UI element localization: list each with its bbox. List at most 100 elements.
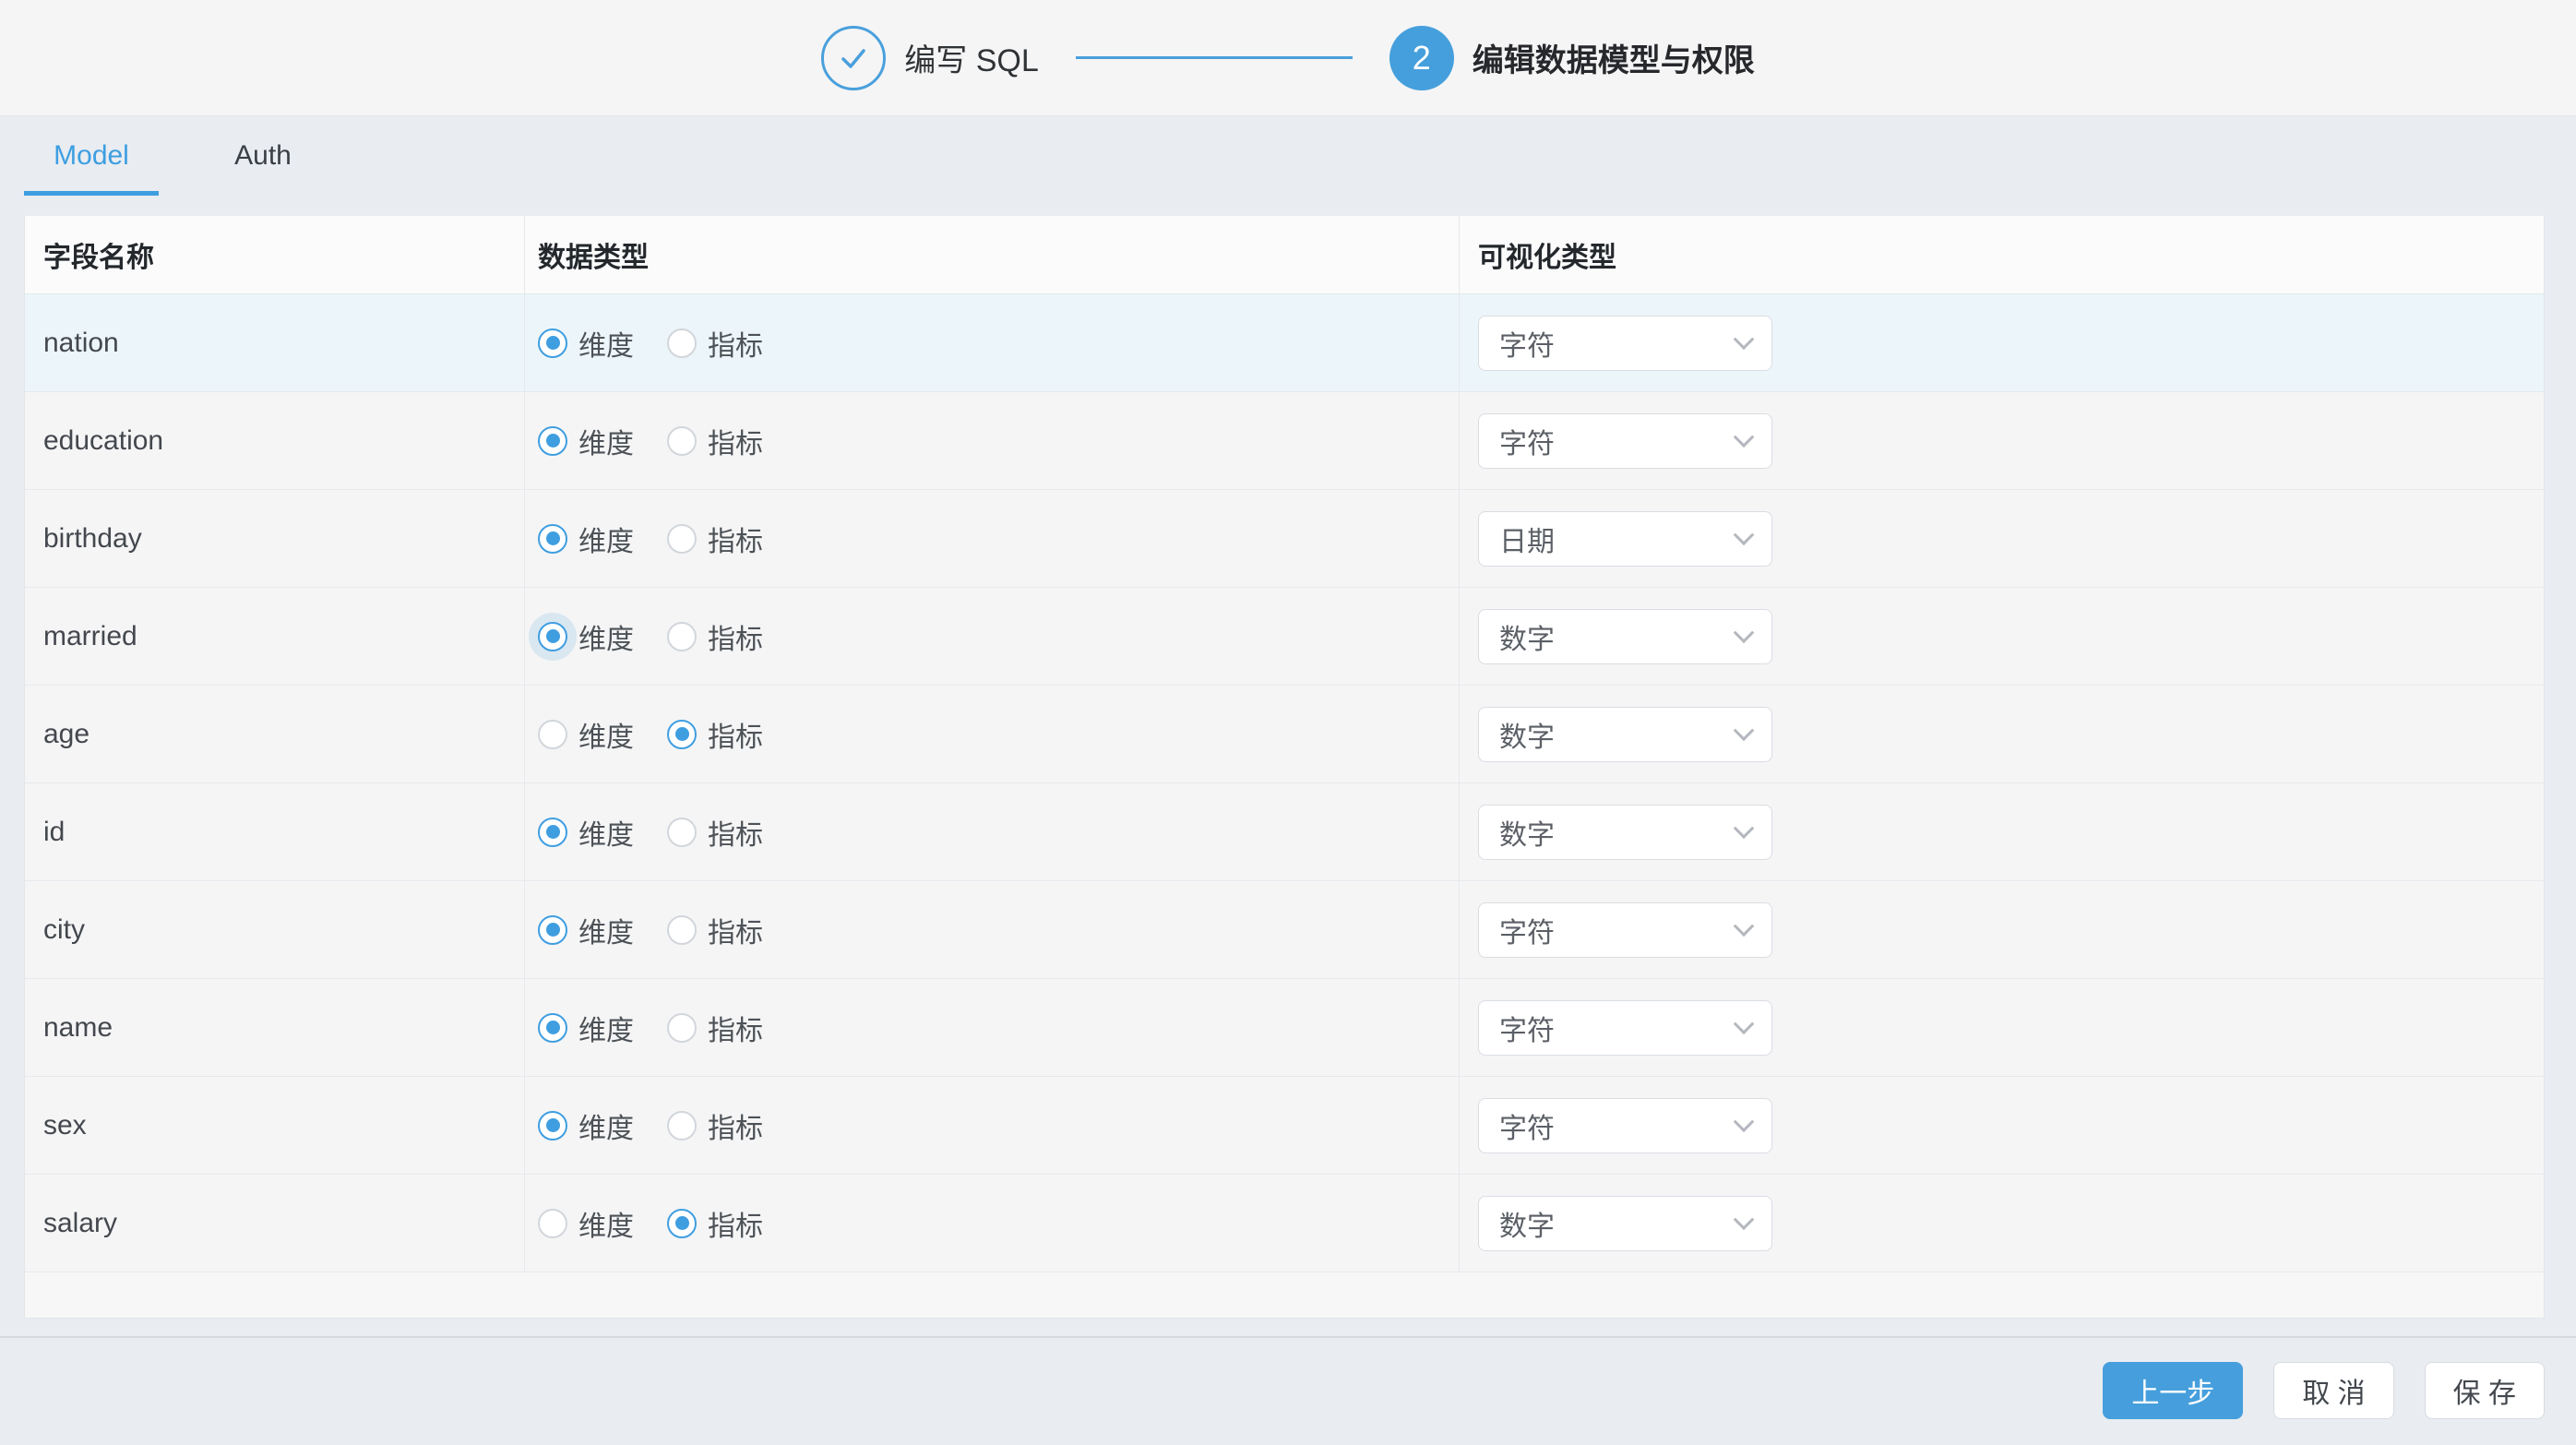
metric-radio-label[interactable]: 指标 bbox=[708, 519, 763, 559]
previous-step-button[interactable]: 上一步 bbox=[2103, 1362, 2243, 1419]
dimension-radio[interactable] bbox=[538, 1111, 567, 1140]
header-field-name: 字段名称 bbox=[25, 216, 525, 293]
dimension-radio-label[interactable]: 维度 bbox=[578, 714, 634, 755]
dimension-radio-label[interactable]: 维度 bbox=[578, 1203, 634, 1244]
step-2-number: 2 bbox=[1413, 39, 1431, 78]
chevron-down-icon bbox=[1734, 720, 1755, 741]
metric-radio-label[interactable]: 指标 bbox=[708, 812, 763, 853]
viz-type-select[interactable]: 字符 bbox=[1478, 1098, 1772, 1153]
chevron-down-icon bbox=[1734, 818, 1755, 839]
viz-type-value: 数字 bbox=[1499, 714, 1555, 755]
viz-type-select[interactable]: 数字 bbox=[1478, 805, 1772, 860]
chevron-down-icon bbox=[1734, 426, 1755, 448]
chevron-down-icon bbox=[1734, 1209, 1755, 1230]
metric-radio-label[interactable]: 指标 bbox=[708, 714, 763, 755]
table-row: married 维度 指标 数字 bbox=[25, 588, 2544, 686]
viz-type-select[interactable]: 日期 bbox=[1478, 511, 1772, 567]
field-name: married bbox=[43, 621, 137, 652]
tab-model[interactable]: Model bbox=[24, 116, 159, 196]
field-name: name bbox=[43, 1012, 113, 1044]
field-name: nation bbox=[43, 328, 119, 359]
metric-radio-label[interactable]: 指标 bbox=[708, 421, 763, 461]
dimension-radio[interactable] bbox=[538, 1209, 567, 1238]
dimension-radio-label[interactable]: 维度 bbox=[578, 1105, 634, 1146]
viz-type-value: 字符 bbox=[1499, 910, 1555, 950]
viz-type-value: 字符 bbox=[1499, 1008, 1555, 1048]
tab-auth[interactable]: Auth bbox=[196, 116, 330, 196]
step-2: 2 编辑数据模型与权限 bbox=[1389, 26, 1755, 90]
dimension-radio-label[interactable]: 维度 bbox=[578, 812, 634, 853]
metric-radio-label[interactable]: 指标 bbox=[708, 910, 763, 950]
dimension-radio[interactable] bbox=[538, 915, 567, 945]
dimension-radio-label[interactable]: 维度 bbox=[578, 910, 634, 950]
metric-radio[interactable] bbox=[667, 1209, 697, 1238]
table-row: name 维度 指标 字符 bbox=[25, 979, 2544, 1077]
dimension-radio[interactable] bbox=[538, 524, 567, 554]
dimension-radio-label[interactable]: 维度 bbox=[578, 1008, 634, 1048]
metric-radio-label[interactable]: 指标 bbox=[708, 1105, 763, 1146]
metric-radio[interactable] bbox=[667, 1111, 697, 1140]
data-type-radio-group: 维度 指标 bbox=[538, 714, 796, 755]
viz-type-select[interactable]: 数字 bbox=[1478, 609, 1772, 664]
dimension-radio[interactable] bbox=[538, 426, 567, 456]
dimension-radio-label[interactable]: 维度 bbox=[578, 421, 634, 461]
dimension-radio[interactable] bbox=[538, 720, 567, 749]
dimension-radio[interactable] bbox=[538, 818, 567, 847]
field-model-table: 字段名称 数据类型 可视化类型 nation维度指标字符education维度指… bbox=[24, 216, 2545, 1319]
viz-type-select[interactable]: 字符 bbox=[1478, 902, 1772, 958]
data-type-radio-group: 维度 指标 bbox=[538, 1105, 796, 1146]
chevron-down-icon bbox=[1734, 524, 1755, 545]
chevron-down-icon bbox=[1734, 1013, 1755, 1034]
table-row: sex 维度 指标 字符 bbox=[25, 1077, 2544, 1175]
dimension-radio-item: 维度 bbox=[538, 1105, 634, 1146]
viz-type-select[interactable]: 字符 bbox=[1478, 1000, 1772, 1056]
viz-type-select[interactable]: 数字 bbox=[1478, 707, 1772, 762]
metric-radio[interactable] bbox=[667, 622, 697, 651]
table-row: education维度指标字符 bbox=[25, 392, 2544, 490]
metric-radio-item: 指标 bbox=[667, 1105, 763, 1146]
viz-type-select[interactable]: 字符 bbox=[1478, 413, 1772, 469]
cancel-button[interactable]: 取 消 bbox=[2273, 1362, 2393, 1419]
step-1-label: 编写 SQL bbox=[904, 35, 1038, 80]
metric-radio[interactable] bbox=[667, 1013, 697, 1043]
dimension-radio-label[interactable]: 维度 bbox=[578, 616, 634, 657]
save-button[interactable]: 保 存 bbox=[2425, 1362, 2545, 1419]
field-name: sex bbox=[43, 1110, 87, 1141]
viz-type-value: 数字 bbox=[1499, 1203, 1555, 1244]
tab-bar: Model Auth bbox=[0, 116, 2576, 216]
table-footer-strip bbox=[25, 1272, 2544, 1318]
dimension-radio[interactable] bbox=[538, 1013, 567, 1043]
metric-radio[interactable] bbox=[667, 524, 697, 554]
metric-radio-label[interactable]: 指标 bbox=[708, 323, 763, 364]
dimension-radio[interactable] bbox=[538, 328, 567, 358]
metric-radio-label[interactable]: 指标 bbox=[708, 1008, 763, 1048]
metric-radio-item: 指标 bbox=[667, 421, 763, 461]
viz-type-select[interactable]: 数字 bbox=[1478, 1196, 1772, 1251]
metric-radio-item: 指标 bbox=[667, 910, 763, 950]
check-icon bbox=[835, 40, 872, 77]
metric-radio[interactable] bbox=[667, 426, 697, 456]
table-row: id 维度 指标 数字 bbox=[25, 783, 2544, 881]
field-name: birthday bbox=[43, 523, 142, 555]
metric-radio[interactable] bbox=[667, 720, 697, 749]
metric-radio-label[interactable]: 指标 bbox=[708, 616, 763, 657]
viz-type-select[interactable]: 字符 bbox=[1478, 316, 1772, 371]
metric-radio-label[interactable]: 指标 bbox=[708, 1203, 763, 1244]
step-2-number-circle: 2 bbox=[1389, 26, 1454, 90]
viz-type-value: 字符 bbox=[1499, 421, 1555, 461]
viz-type-value: 字符 bbox=[1499, 323, 1555, 364]
dimension-radio-label[interactable]: 维度 bbox=[578, 519, 634, 559]
dimension-radio-item: 维度 bbox=[538, 714, 634, 755]
metric-radio[interactable] bbox=[667, 328, 697, 358]
dimension-radio-item: 维度 bbox=[538, 1008, 634, 1048]
field-name: city bbox=[43, 914, 85, 946]
field-name: id bbox=[43, 817, 65, 848]
dimension-radio[interactable] bbox=[538, 622, 567, 651]
dimension-radio-label[interactable]: 维度 bbox=[578, 323, 634, 364]
chevron-down-icon bbox=[1734, 622, 1755, 643]
metric-radio[interactable] bbox=[667, 818, 697, 847]
metric-radio[interactable] bbox=[667, 915, 697, 945]
viz-type-value: 日期 bbox=[1499, 519, 1555, 559]
data-type-radio-group: 维度 指标 bbox=[538, 323, 796, 364]
viz-type-value: 数字 bbox=[1499, 812, 1555, 853]
